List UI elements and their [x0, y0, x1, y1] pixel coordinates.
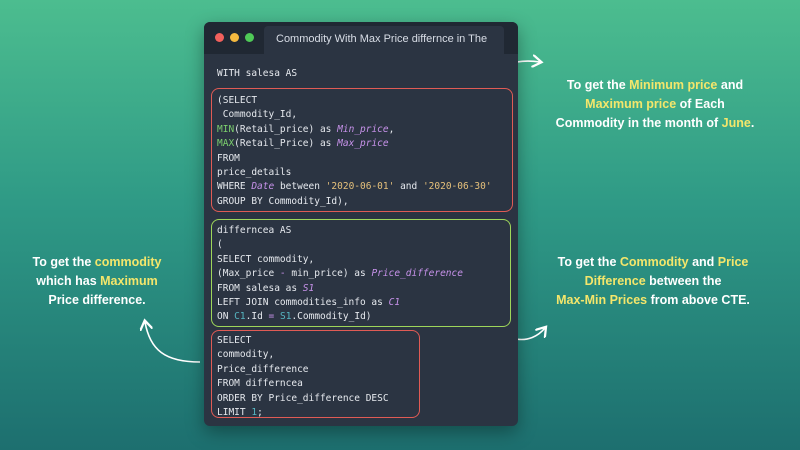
- tab-title: Commodity With Max Price differnce in Th…: [276, 33, 488, 45]
- code-window: Commodity With Max Price differnce in Th…: [204, 22, 518, 426]
- close-dot-icon[interactable]: [215, 33, 224, 42]
- code-block-differncea: differncea AS ( SELECT commodity, (Max_p…: [217, 225, 463, 323]
- note-commodity-price-diff: To get the Commodity and Price Differenc…: [556, 255, 750, 307]
- note-max-price-difference: To get the commodity which has Maximum P…: [32, 255, 162, 307]
- note-min-max-price: To get the Minimum price and Maximum pri…: [555, 78, 755, 130]
- tab-active[interactable]: Commodity With Max Price differnce in Th…: [264, 26, 504, 54]
- code-block-final-select: SELECT commodity, Price_difference FROM …: [217, 335, 389, 419]
- maximize-dot-icon[interactable]: [245, 33, 254, 42]
- minimize-dot-icon[interactable]: [230, 33, 239, 42]
- window-titlebar: Commodity With Max Price differnce in Th…: [204, 22, 518, 54]
- code-block-salesa: (SELECT Commodity_Id, MIN(Retail_price) …: [217, 95, 492, 207]
- arrow-left: [145, 322, 201, 363]
- code-line-with: WITH salesa AS: [217, 68, 298, 79]
